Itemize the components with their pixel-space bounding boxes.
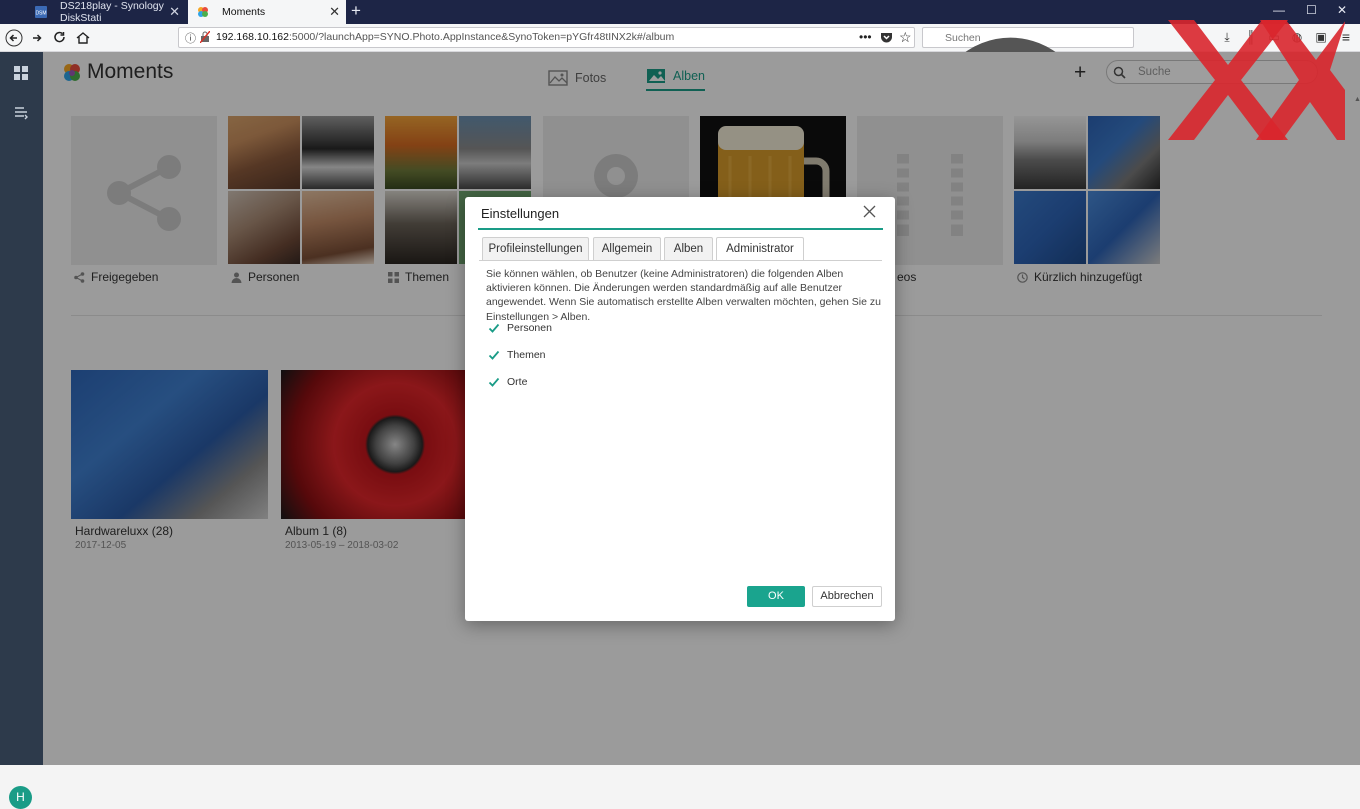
close-tab-icon[interactable]: ✕ xyxy=(329,4,340,20)
site-info-icon[interactable]: ⓘ xyxy=(185,30,197,45)
address-bar[interactable]: ⓘ 192.168.10.162:5000/?launchApp=SYNO.Ph… xyxy=(178,27,915,48)
task-list-icon[interactable] xyxy=(13,105,29,121)
minimize-icon[interactable]: — xyxy=(1273,3,1285,17)
maximize-icon[interactable]: ☐ xyxy=(1306,3,1317,17)
checkbox-label: Themen xyxy=(507,349,546,361)
browser-tab-moments[interactable]: Moments ✕ xyxy=(188,0,346,24)
checkmark-icon xyxy=(488,323,500,333)
back-icon[interactable] xyxy=(5,29,23,47)
dialog-title: Einstellungen xyxy=(481,206,560,221)
ok-button[interactable]: OK xyxy=(747,586,805,607)
admin-description: Sie können wählen, ob Benutzer (keine Ad… xyxy=(486,268,881,323)
checkbox-personen[interactable]: Personen xyxy=(488,321,552,335)
close-tab-icon[interactable]: ✕ xyxy=(169,4,180,20)
checkmark-icon xyxy=(488,350,500,360)
new-tab-icon[interactable]: + xyxy=(351,2,361,20)
browser-nav-bar: ⓘ 192.168.10.162:5000/?launchApp=SYNO.Ph… xyxy=(0,24,1360,230)
browser-tab-title: DS218play - Synology DiskStati xyxy=(60,0,164,24)
dialog-title-rule xyxy=(478,228,883,230)
insecure-lock-icon xyxy=(200,31,210,43)
moments-favicon-icon xyxy=(198,7,208,17)
checkbox-label: Orte xyxy=(507,376,528,388)
bookmark-star-icon[interactable]: ☆ xyxy=(899,29,912,46)
browser-search-field[interactable]: Suchen xyxy=(922,27,1134,230)
avatar[interactable]: H xyxy=(9,786,32,809)
close-window-icon[interactable]: ✕ xyxy=(1337,3,1347,17)
tab-strip-rule xyxy=(479,260,882,261)
main-menu-icon[interactable] xyxy=(13,65,29,81)
tab-profileinstellungen[interactable]: Profileinstellungen xyxy=(482,237,589,260)
tab-alben[interactable]: Alben xyxy=(664,237,713,260)
close-icon[interactable] xyxy=(862,204,877,219)
checkbox-label: Personen xyxy=(507,322,552,334)
dsm-favicon-icon: DSM xyxy=(35,6,47,18)
url-path: :5000/?launchApp=SYNO.Photo.AppInstance&… xyxy=(289,31,675,43)
tab-allgemein[interactable]: Allgemein xyxy=(593,237,661,260)
browser-tab-diskstation[interactable]: DSM DS218play - Synology DiskStati ✕ xyxy=(26,0,186,24)
browser-tab-strip: DSM DS218play - Synology DiskStati ✕ Mom… xyxy=(0,0,1360,24)
reload-icon[interactable] xyxy=(51,29,69,47)
forward-icon[interactable] xyxy=(28,29,46,47)
settings-dialog: Einstellungen Profileinstellungen Allgem… xyxy=(465,197,895,621)
tab-administrator[interactable]: Administrator xyxy=(716,237,804,261)
checkbox-orte[interactable]: Orte xyxy=(488,375,527,389)
checkbox-themen[interactable]: Themen xyxy=(488,348,546,362)
dsm-sidebar: H xyxy=(0,52,43,809)
pocket-icon[interactable] xyxy=(880,31,893,44)
home-icon[interactable] xyxy=(74,29,92,47)
checkmark-icon xyxy=(488,377,500,387)
watermark-logo xyxy=(1168,20,1345,140)
url-host: 192.168.10.162 xyxy=(216,31,289,43)
svg-text:DSM: DSM xyxy=(35,11,46,17)
browser-tab-title: Moments xyxy=(222,6,266,18)
page-actions-icon[interactable]: ••• xyxy=(859,30,872,44)
cancel-button[interactable]: Abbrechen xyxy=(812,586,882,607)
browser-search-placeholder: Suchen xyxy=(945,32,981,44)
